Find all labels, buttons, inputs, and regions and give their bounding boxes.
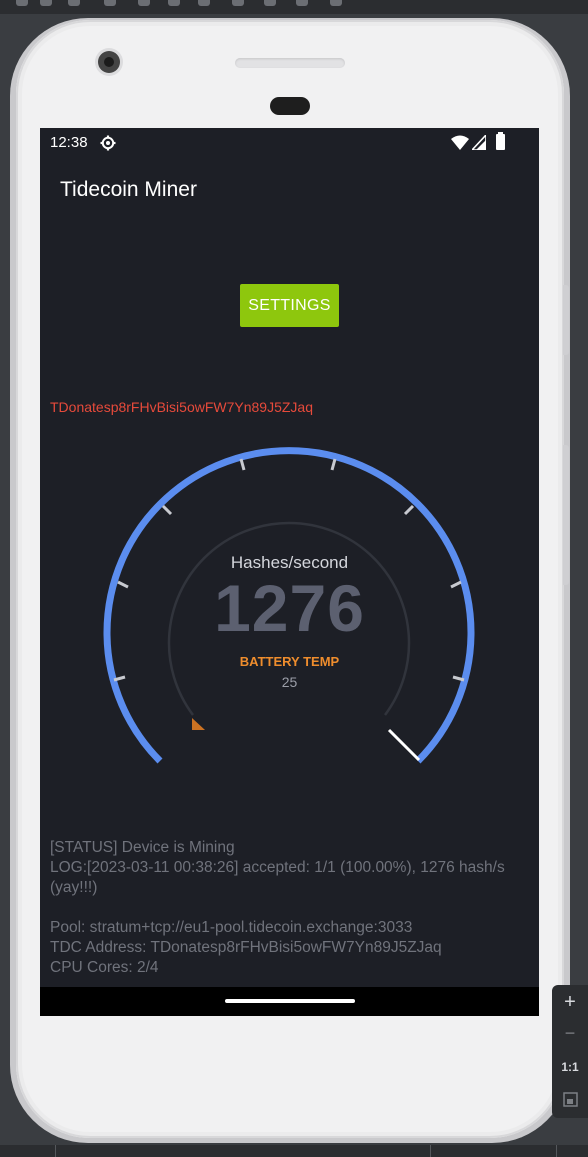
toolbar-icon[interactable] xyxy=(138,0,150,6)
status-bar: 12:38 xyxy=(40,128,539,158)
actual-size-button[interactable]: 1:1 xyxy=(552,1060,588,1074)
battery-temp-value: 25 xyxy=(281,674,298,690)
status-line: [STATUS] Device is Mining xyxy=(50,839,235,856)
toolbar-icon[interactable] xyxy=(330,0,342,6)
fit-screen-icon[interactable] xyxy=(563,1092,578,1107)
toolbar-icon[interactable] xyxy=(40,0,52,6)
app-title: Tidecoin Miner xyxy=(60,178,197,201)
navigation-bar xyxy=(40,987,539,1016)
pool-line: Pool: stratum+tcp://eu1-pool.tidecoin.ex… xyxy=(50,919,413,936)
gauge-needle xyxy=(387,728,421,762)
toolbar-icon[interactable] xyxy=(198,0,210,6)
power-button[interactable] xyxy=(563,285,569,355)
zoom-out-button[interactable]: − xyxy=(552,1023,588,1044)
device-screen: 12:38 Tidecoin Miner SETTINGS TDonatesp8… xyxy=(40,128,539,1016)
strip-divider xyxy=(430,1145,431,1157)
battery-icon xyxy=(496,132,505,150)
home-gesture-pill[interactable] xyxy=(225,999,355,1003)
status-time: 12:38 xyxy=(50,134,88,151)
front-camera xyxy=(98,51,120,73)
emulator-status-strip xyxy=(0,1145,588,1157)
hashrate-gauge: Hashes/second 1276 BATTERY TEMP 25 xyxy=(40,428,539,788)
zoom-in-button[interactable]: + xyxy=(552,991,588,1014)
mining-log: [STATUS] Device is Mining LOG:[2023-03-1… xyxy=(50,838,530,978)
toolbar-icon[interactable] xyxy=(264,0,276,6)
volume-button[interactable] xyxy=(563,445,569,585)
wallet-address-link: TDonatesp8rFHvBisi5owFW7Yn89J5ZJaq xyxy=(50,399,313,415)
cpu-cores-line: CPU Cores: 2/4 xyxy=(50,959,159,976)
signal-icon xyxy=(472,135,486,150)
toolbar-icon[interactable] xyxy=(296,0,308,6)
toolbar-icon[interactable] xyxy=(104,0,116,6)
gear-icon xyxy=(100,135,116,151)
emulator-toolbar xyxy=(0,0,588,14)
address-line: TDC Address: TDonatesp8rFHvBisi5owFW7Yn8… xyxy=(50,939,442,956)
strip-divider xyxy=(556,1145,557,1157)
strip-divider xyxy=(55,1145,56,1157)
toolbar-icon[interactable] xyxy=(168,0,180,6)
log-line: LOG:[2023-03-11 00:38:26] accepted: 1/1 … xyxy=(50,859,510,896)
emulator-zoom-panel: + − 1:1 xyxy=(552,985,588,1118)
hashrate-value: 1276 xyxy=(214,571,365,645)
settings-button[interactable]: SETTINGS xyxy=(240,284,339,327)
battery-temp-label: BATTERY TEMP xyxy=(239,654,340,669)
gauge-start-marker xyxy=(192,718,205,730)
toolbar-icon[interactable] xyxy=(16,0,28,6)
toolbar-icon[interactable] xyxy=(68,0,80,6)
earpiece-speaker xyxy=(235,58,345,68)
toolbar-icon[interactable] xyxy=(232,0,244,6)
proximity-sensor xyxy=(270,97,310,115)
wifi-icon xyxy=(451,135,469,150)
